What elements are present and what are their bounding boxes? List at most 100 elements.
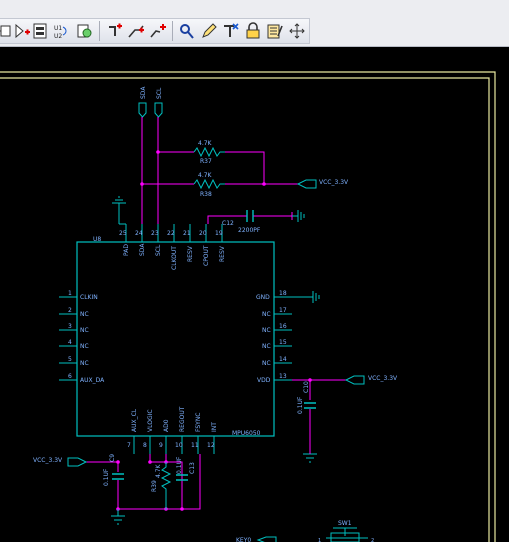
pin-name: NC xyxy=(80,327,89,334)
vcc-port-top[interactable]: VCC_3.3V xyxy=(296,179,349,189)
pin-number: 10 xyxy=(175,442,183,449)
pin-name: FSYNC xyxy=(195,413,202,433)
place-bus-entry-icon xyxy=(180,24,194,39)
pin-name: AUX_CL xyxy=(131,408,138,432)
place-bus-entry-button[interactable] xyxy=(177,20,197,42)
vcc-port-right[interactable]: VCC_3.3V xyxy=(344,375,398,385)
pin-number: 21 xyxy=(183,230,191,237)
pin-name: SCL xyxy=(155,244,162,256)
place-no-connect-button[interactable] xyxy=(221,20,241,42)
toolbar-separator xyxy=(172,21,173,41)
pin-name: NC xyxy=(262,327,271,334)
edit-properties-button[interactable] xyxy=(199,20,219,42)
schematic-canvas[interactable]: U8 MPU6050 25 24 23 22 21 20 19 PAD SDA … xyxy=(0,47,509,542)
lock-button[interactable] xyxy=(243,20,263,42)
vcc-port-left[interactable]: VCC_3.3V xyxy=(33,457,88,467)
chip-part-name: MPU6050 xyxy=(232,430,261,437)
sw1-pin2: 2 xyxy=(371,538,374,542)
scl-port-label: SCL xyxy=(156,87,163,99)
pin-number: 22 xyxy=(167,230,175,237)
pin-number: 8 xyxy=(143,442,147,449)
place-wire-button[interactable] xyxy=(126,20,146,42)
pin-number: 13 xyxy=(279,373,287,380)
resistor-r39[interactable]: R39 4.7K xyxy=(151,462,172,510)
toolbar-separator xyxy=(99,21,100,41)
c13-value: 0.1UF xyxy=(176,456,183,474)
place-pin-icon xyxy=(109,23,122,36)
key0-label: KEY0 xyxy=(236,537,251,542)
c9-ref: C9 xyxy=(109,454,116,462)
pin-number: 24 xyxy=(135,230,143,237)
place-net-alias-button[interactable] xyxy=(148,20,168,42)
sda-port-label: SDA xyxy=(140,86,147,99)
pin-name: NC xyxy=(262,360,271,367)
place-power-icon xyxy=(15,23,30,39)
place-power-button[interactable] xyxy=(12,20,32,42)
wires xyxy=(86,117,346,510)
ground-icon xyxy=(292,210,305,222)
sda-port[interactable]: SDA xyxy=(138,86,147,118)
capacitor-c13[interactable]: 0.1UF C13 xyxy=(176,456,196,481)
r38-value: 4.7K xyxy=(198,172,213,179)
key0-port[interactable]: KEY0 xyxy=(236,536,277,542)
resistor-r38[interactable]: 4.7K R38 xyxy=(193,172,225,198)
ground-icon xyxy=(292,291,320,303)
bill-of-materials-button[interactable] xyxy=(265,20,285,42)
capacitor-c12[interactable]: C12 2200PF xyxy=(222,210,261,234)
chip-left-pins: 1 2 3 4 5 6 CLKIN NC NC NC NC AUX_DA xyxy=(59,290,105,384)
scl-port[interactable]: SCL xyxy=(154,87,163,118)
pin-number: 20 xyxy=(199,230,207,237)
pin-name: CLKOUT xyxy=(171,246,178,270)
chip-top-pins: 25 24 23 22 21 20 19 PAD SDA SCL CLKOUT … xyxy=(119,224,226,270)
place-pin-button[interactable] xyxy=(104,20,124,42)
capacitor-c9[interactable]: C9 0.1UF xyxy=(103,454,124,486)
pin-name: VDD xyxy=(257,377,271,384)
ground-icon xyxy=(112,196,126,225)
pin-name: NC xyxy=(80,360,89,367)
switch-sw1[interactable]: SW1 1 2 xyxy=(318,520,374,542)
pin-name: NC xyxy=(80,343,89,350)
capacitor-c10[interactable]: C10 0.1UF xyxy=(297,381,316,414)
pin-name: VLOGIC xyxy=(147,409,154,432)
annotate-button[interactable]: U1 U2 xyxy=(50,20,70,42)
ground-icon xyxy=(111,509,125,525)
pin-number: 9 xyxy=(159,442,163,449)
pin-name: RESV xyxy=(219,245,226,262)
pin-number: 12 xyxy=(207,442,215,449)
c13-ref: C13 xyxy=(189,462,196,474)
edit-properties-icon xyxy=(202,23,217,38)
pin-name: PAD xyxy=(123,244,130,256)
chip-ref: U8 xyxy=(93,236,101,243)
pin-number: 15 xyxy=(279,339,287,346)
pin-number: 5 xyxy=(68,356,72,363)
resistor-r37[interactable]: 4.7K R37 xyxy=(193,140,225,165)
pin-name: NC xyxy=(80,311,89,318)
annotate-top-text: U1 xyxy=(54,25,62,32)
place-no-connect-icon xyxy=(224,23,239,37)
back-annotate-button[interactable] xyxy=(74,20,94,42)
pin-name: RESV xyxy=(187,245,194,262)
place-text-button[interactable] xyxy=(287,20,307,42)
mpu6050-chip-body[interactable] xyxy=(76,241,275,437)
pin-number: 4 xyxy=(68,339,72,346)
chip-bottom-pins: 7 8 9 10 11 12 AUX_CL VLOGIC AD0 REGOUT … xyxy=(127,406,218,454)
pin-number: 3 xyxy=(68,323,72,330)
c12-value: 2200PF xyxy=(238,227,261,234)
c10-value: 0.1UF xyxy=(297,396,304,414)
pin-number: 19 xyxy=(215,230,223,237)
place-text-icon xyxy=(289,23,305,39)
pin-number: 16 xyxy=(279,323,287,330)
place-hierarchical-block-button[interactable] xyxy=(30,20,50,42)
c9-value: 0.1UF xyxy=(103,468,110,486)
pin-number: 14 xyxy=(279,356,287,363)
r38-ref: R38 xyxy=(200,191,212,198)
pin-name: AUX_DA xyxy=(80,377,105,384)
pin-name: SDA xyxy=(139,243,146,256)
pin-number: 23 xyxy=(151,230,159,237)
place-net-alias-icon xyxy=(150,24,166,38)
c10-ref: C10 xyxy=(303,381,310,393)
r39-ref: R39 xyxy=(151,480,158,492)
pin-number: 11 xyxy=(191,442,199,449)
pin-number: 18 xyxy=(279,290,287,297)
pin-number: 6 xyxy=(68,373,72,380)
